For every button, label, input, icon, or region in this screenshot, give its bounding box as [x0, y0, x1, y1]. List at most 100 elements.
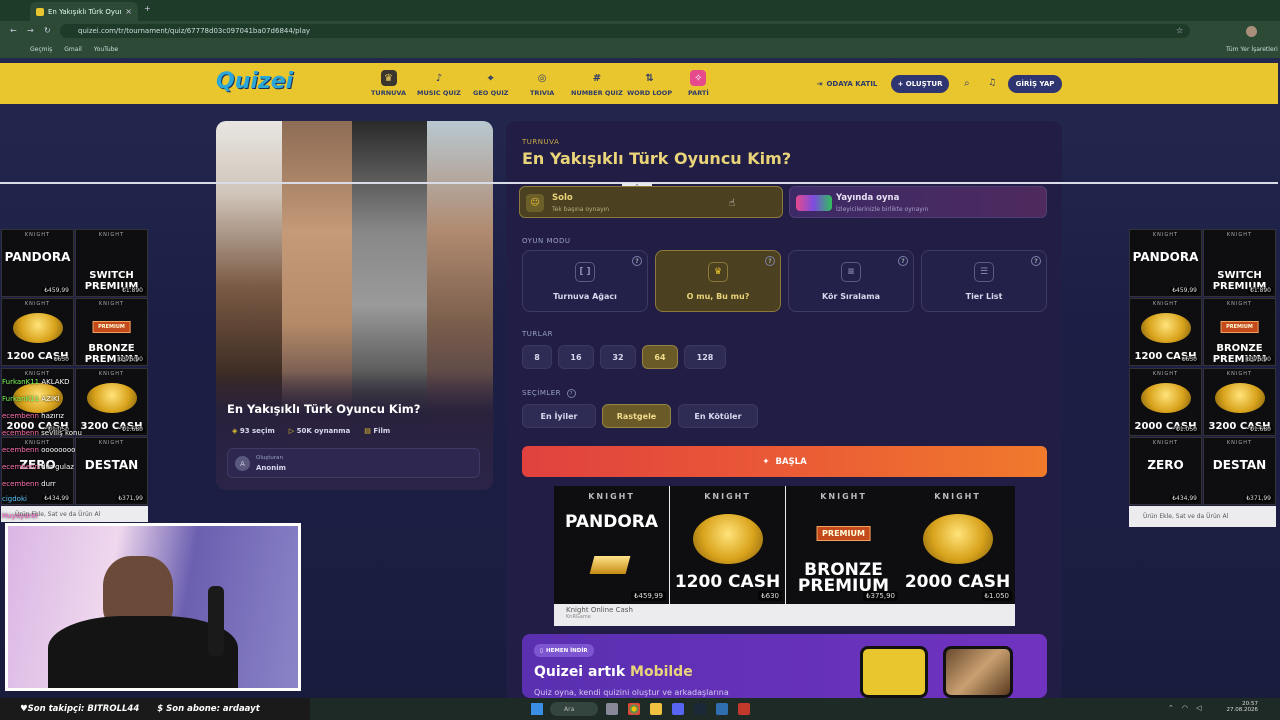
- play-icon: ▷: [288, 427, 295, 435]
- profile-avatar[interactable]: [1246, 26, 1257, 37]
- right-ad-destan[interactable]: KNIGHT DESTAN ₺371,99: [1203, 437, 1276, 505]
- ad-brand: KNIGHT: [934, 492, 981, 501]
- start-button[interactable]: ✦ BAŞLA: [522, 446, 1047, 477]
- round-128[interactable]: 128: [684, 345, 726, 369]
- join-room-button[interactable]: ⇥ ODAYA KATIL: [810, 75, 884, 93]
- app-icon[interactable]: [716, 703, 728, 715]
- round-8[interactable]: 8: [522, 345, 552, 369]
- dollar-icon: $: [157, 704, 164, 714]
- right-ad-bronze-premium[interactable]: KNIGHT PREMIUM BRONZE PREMIUM ₺375,90: [1203, 298, 1276, 366]
- rounds-label: TURLAR: [522, 330, 553, 338]
- chat-line: ecembenn oooooooo: [2, 446, 75, 454]
- lightbulb-icon: ◎: [537, 72, 547, 84]
- stream-info-bar: ♥Son takipçi: BITROLL44 $ Son abone: ard…: [0, 698, 310, 720]
- help-icon[interactable]: ?: [1031, 256, 1041, 266]
- obs-icon[interactable]: [738, 703, 750, 715]
- back-icon[interactable]: ←: [10, 26, 17, 35]
- list-ordered-icon: ≡: [841, 261, 861, 282]
- mode-this-or-that[interactable]: ? ♛ O mu, Bu mu?: [655, 250, 781, 312]
- nav-music-quiz[interactable]: ♪ MUSIC QUIZ: [417, 70, 461, 98]
- selection-best[interactable]: En İyiler: [522, 404, 596, 428]
- nav-word-loop[interactable]: ⇅ WORD LOOP: [627, 70, 672, 98]
- promo-text: Quiz oyna, kendi quizini oluştur ve arka…: [534, 688, 729, 697]
- quiz-cover-card[interactable]: En Yakışıklı Türk Oyuncu Kim? ◈ 93 seçim…: [216, 121, 493, 490]
- help-icon[interactable]: ?: [898, 256, 908, 266]
- browser-tab[interactable]: En Yakışıklı Türk Oyuncu Kim? ×: [30, 2, 138, 21]
- chat-user: ecembenn: [2, 463, 39, 471]
- left-ad-1200-cash[interactable]: KNIGHT 1200 CASH ₺630: [1, 298, 74, 366]
- bell-icon[interactable]: ♫: [988, 78, 996, 88]
- bookmark-gmail[interactable]: Gmail: [64, 46, 82, 53]
- round-16[interactable]: 16: [558, 345, 594, 369]
- round-32[interactable]: 32: [600, 345, 636, 369]
- mode-tier-list[interactable]: ? ☰ Tier List: [921, 250, 1047, 312]
- ad-tile-1200-cash[interactable]: KNIGHT 1200 CASH ₺630: [670, 486, 785, 604]
- url-field[interactable]: quizei.com/tr/tournament/quiz/67778d03c0…: [60, 24, 1190, 38]
- login-button[interactable]: GİRİŞ YAP: [1008, 75, 1062, 93]
- nav-label: TURNUVA: [371, 89, 407, 97]
- task-view-icon[interactable]: [606, 703, 618, 715]
- right-ad-2000-cash[interactable]: KNIGHT 2000 CASH ₺1.050: [1129, 368, 1202, 436]
- chat-user: Huyayarer: [2, 512, 39, 520]
- promo-title-a: Quizei artık: [534, 664, 631, 680]
- right-ad-3200-cash[interactable]: KNIGHT 3200 CASH ₺1.680: [1203, 368, 1276, 436]
- right-ad-1200-cash[interactable]: KNIGHT 1200 CASH ₺630: [1129, 298, 1202, 366]
- play-option-solo[interactable]: ☺ Solo Tek başına oynayın: [519, 186, 783, 218]
- last-follower: ♥Son takipçi: BITROLL44: [20, 704, 139, 714]
- discord-icon[interactable]: [672, 703, 684, 715]
- reload-icon[interactable]: ↻: [44, 26, 51, 35]
- bookmark-star-icon[interactable]: ☆: [1176, 26, 1183, 35]
- right-ad-zero[interactable]: KNIGHT ZERO ₺434,99: [1129, 437, 1202, 505]
- create-button[interactable]: + OLUŞTUR: [891, 75, 949, 93]
- nav-tournament[interactable]: ♛ TURNUVA: [371, 70, 406, 97]
- bookmark-youtube[interactable]: YouTube: [94, 46, 118, 53]
- close-tab-icon[interactable]: ×: [125, 7, 132, 16]
- help-icon[interactable]: ?: [632, 256, 642, 266]
- ad-tile-bronze-premium[interactable]: KNIGHT PREMIUM BRONZE PREMIUM ₺375,90: [786, 486, 901, 604]
- nav-number-quiz[interactable]: # NUMBER QUIZ: [571, 70, 623, 98]
- chrome-icon[interactable]: [628, 703, 640, 715]
- wifi-icon[interactable]: ◠: [1182, 704, 1188, 712]
- left-ad-switch-premium[interactable]: KNIGHT SWITCH PREMIUM ₺1.890: [75, 229, 148, 297]
- creator-box[interactable]: A Oluşturan Anonim: [227, 448, 480, 478]
- volume-icon[interactable]: ◁: [1196, 704, 1201, 712]
- nav-party[interactable]: ✧ PARTİ: [688, 70, 709, 97]
- solo-subtitle: Tek başına oynayın: [552, 206, 610, 213]
- mode-blind-ranking[interactable]: ? ≡ Kör Sıralama: [788, 250, 914, 312]
- windows-start-icon[interactable]: [531, 703, 543, 715]
- chat-user: ecembenn: [2, 429, 39, 437]
- premium-badge: PREMIUM: [816, 526, 871, 541]
- forward-icon[interactable]: →: [27, 26, 34, 35]
- nav-geo-quiz[interactable]: ⌖ GEO QUIZ: [473, 70, 509, 98]
- bookmark-history[interactable]: Geçmiş: [30, 46, 52, 53]
- new-tab-button[interactable]: +: [144, 4, 151, 13]
- map-pin-icon: ⌖: [487, 72, 494, 84]
- all-bookmarks[interactable]: Tüm Yer İşaretleri: [1226, 46, 1278, 53]
- last-subscriber: $ Son abone: ardaayt: [157, 704, 260, 714]
- ad-brand: KNIGHT: [1152, 371, 1179, 377]
- steam-icon[interactable]: [694, 703, 706, 715]
- mode-bracket[interactable]: ? [ ] Turnuva Ağacı: [522, 250, 648, 312]
- chevron-up-icon[interactable]: ⌃: [1168, 704, 1174, 712]
- search-icon[interactable]: ⌕: [964, 78, 970, 89]
- help-icon[interactable]: ?: [765, 256, 775, 266]
- right-ad-switch-premium[interactable]: KNIGHT SWITCH PREMIUM ₺1.890: [1203, 229, 1276, 297]
- right-ad-pandora[interactable]: KNIGHT PANDORA ₺459,99: [1129, 229, 1202, 297]
- taskbar-search[interactable]: Ara: [550, 702, 598, 716]
- round-64[interactable]: 64: [642, 345, 678, 369]
- ad-tile-pandora[interactable]: KNIGHT PANDORA ₺459,99: [554, 486, 669, 604]
- nav-trivia[interactable]: ◎ TRIVIA: [530, 70, 554, 98]
- play-option-stream[interactable]: Yayında oyna İzleyicilerinizle birlikte …: [789, 186, 1047, 218]
- chat-line: FurkanK11 AZIKİ: [2, 395, 60, 403]
- creator-label: Oluşturan: [256, 455, 283, 461]
- selection-random[interactable]: Rastgele: [602, 404, 671, 428]
- taskbar-clock[interactable]: 20:57 27.08.2026: [1218, 701, 1259, 713]
- site-logo[interactable]: Quizei: [216, 69, 293, 94]
- help-icon[interactable]: ?: [566, 389, 576, 398]
- heart-icon: ♥: [20, 704, 28, 714]
- left-ad-bronze-premium[interactable]: KNIGHT PREMIUM BRONZE PREMIUM ₺375,90: [75, 298, 148, 366]
- ad-tile-2000-cash[interactable]: KNIGHT 2000 CASH ₺1.050: [900, 486, 1015, 604]
- left-ad-pandora[interactable]: KNIGHT PANDORA ₺459,99: [1, 229, 74, 297]
- selection-worst[interactable]: En Kötüler: [678, 404, 758, 428]
- file-explorer-icon[interactable]: [650, 703, 662, 715]
